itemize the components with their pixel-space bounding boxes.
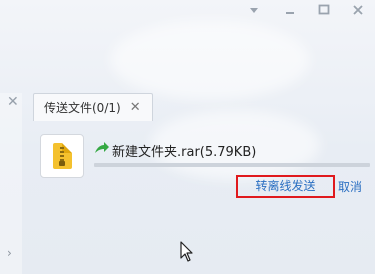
maximize-icon — [318, 4, 330, 15]
tab-close-icon[interactable]: ✕ — [130, 100, 141, 115]
maximize-button[interactable] — [314, 0, 334, 16]
menu-dropdown-button[interactable] — [244, 0, 264, 16]
send-offline-button[interactable]: 转离线发送 — [236, 175, 335, 198]
background-cloud — [110, 20, 310, 100]
minimize-icon — [286, 12, 294, 14]
mouse-cursor-icon — [180, 241, 193, 262]
tab-file-transfer[interactable]: 传送文件(0/1) ✕ — [33, 93, 153, 121]
zip-archive-icon — [40, 134, 84, 178]
file-name: 新建文件夹.rar(5.79KB) — [112, 145, 257, 160]
chevron-down-icon — [250, 8, 258, 13]
close-side-panel-button[interactable]: ✕ — [7, 94, 19, 110]
cancel-link[interactable]: 取消 — [338, 178, 362, 195]
tab-label: 传送文件(0/1) — [44, 101, 121, 115]
minimize-button[interactable] — [280, 0, 300, 16]
close-window-button[interactable] — [348, 0, 368, 16]
close-icon — [353, 5, 363, 15]
transfer-progress-bar — [94, 163, 370, 167]
send-arrow-icon — [95, 142, 109, 153]
expand-panel-arrow-icon[interactable]: › — [7, 246, 12, 260]
